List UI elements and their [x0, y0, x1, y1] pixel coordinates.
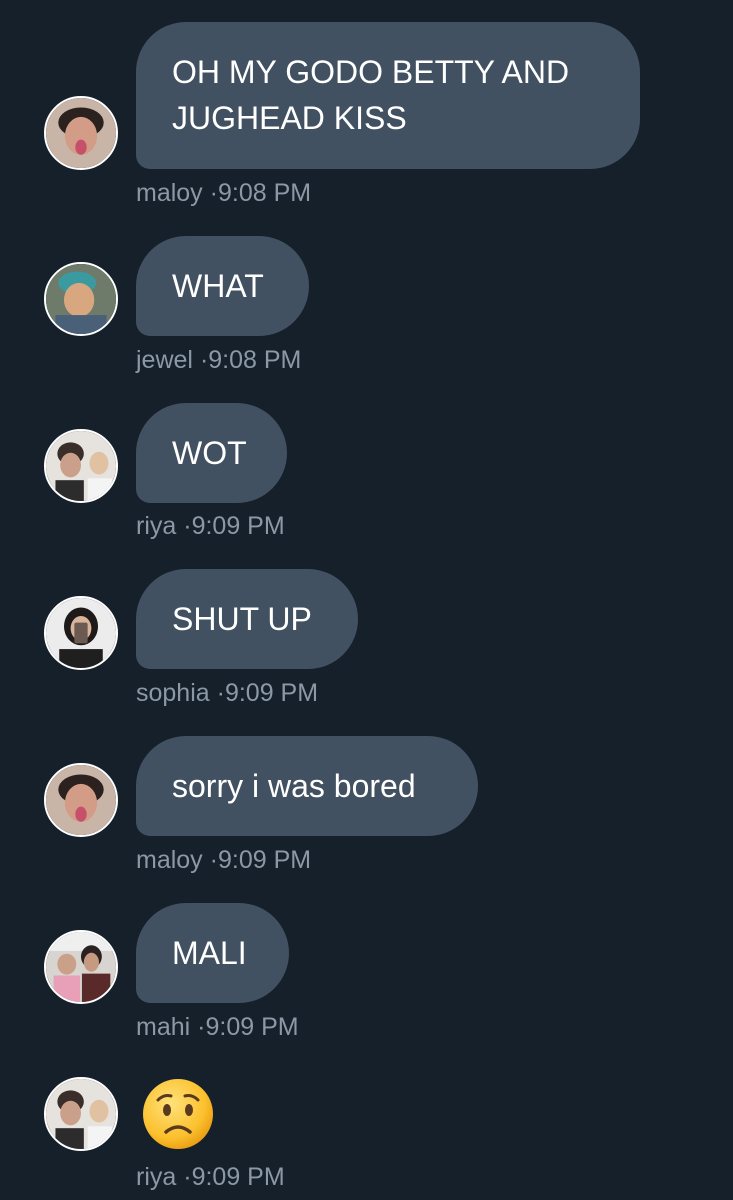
user-avatar-riya[interactable]: [44, 1077, 118, 1151]
timestamp: 9:09 PM: [191, 512, 285, 540]
timestamp: 9:08 PM: [217, 179, 312, 207]
message-meta: maloy ·9:08 PM: [136, 178, 311, 208]
message-meta: riya ·9:09 PM: [136, 511, 285, 541]
timestamp: 9:08 PM: [208, 346, 302, 374]
author-name[interactable]: maloy: [136, 179, 203, 207]
message-bubble[interactable]: SHUT UP: [136, 569, 358, 669]
message-meta: maloy ·9:09 PM: [136, 845, 311, 875]
author-name[interactable]: maloy: [136, 846, 203, 874]
user-avatar-mahi[interactable]: [44, 930, 118, 1004]
message-meta: mahi ·9:09 PM: [136, 1012, 299, 1042]
meta-separator: ·: [216, 679, 225, 707]
avatar-photo-icon: [46, 431, 116, 501]
avatar-photo-icon: [46, 98, 116, 168]
timestamp: 9:09 PM: [205, 1013, 299, 1041]
message-text: WHAT: [172, 268, 264, 304]
meta-separator: ·: [183, 1163, 192, 1191]
message-text: WOT: [172, 435, 247, 471]
message-text: MALI: [172, 935, 247, 971]
meta-separator: ·: [209, 846, 218, 874]
avatar-photo-icon: [46, 598, 116, 668]
meta-separator: ·: [209, 179, 218, 207]
user-avatar-maloy[interactable]: [44, 763, 118, 837]
message-meta: jewel ·9:08 PM: [136, 345, 301, 375]
author-name[interactable]: riya: [136, 1163, 176, 1191]
avatar-photo-icon: [46, 932, 116, 1002]
worried-face-icon: [143, 1079, 213, 1149]
message-bubble[interactable]: MALI: [136, 903, 289, 1003]
avatar-photo-icon: [46, 264, 116, 334]
user-avatar-riya[interactable]: [44, 429, 118, 503]
worried-face-emoji[interactable]: [140, 1076, 216, 1152]
timestamp: 9:09 PM: [191, 1163, 285, 1191]
timestamp: 9:09 PM: [224, 679, 319, 707]
author-name[interactable]: riya: [136, 512, 176, 540]
author-name[interactable]: jewel: [136, 346, 193, 374]
message-text-line: OH MY GODO BETTY AND: [172, 54, 570, 90]
user-avatar-sophia[interactable]: [44, 596, 118, 670]
author-name[interactable]: sophia: [136, 679, 210, 707]
message-text: sorry i was bored: [172, 768, 416, 804]
message-bubble[interactable]: OH MY GODO BETTY AND JUGHEAD KISS: [136, 22, 640, 169]
message-bubble[interactable]: WOT: [136, 403, 287, 503]
author-name[interactable]: mahi: [136, 1013, 190, 1041]
timestamp: 9:09 PM: [217, 846, 312, 874]
message-bubble[interactable]: sorry i was bored: [136, 736, 478, 836]
message-text-line: JUGHEAD KISS: [172, 100, 407, 136]
message-text: SHUT UP: [172, 601, 312, 637]
user-avatar-maloy[interactable]: [44, 96, 118, 170]
user-avatar-jewel[interactable]: [44, 262, 118, 336]
message-meta: sophia ·9:09 PM: [136, 678, 318, 708]
meta-separator: ·: [183, 512, 192, 540]
avatar-photo-icon: [46, 1079, 116, 1149]
message-meta: riya ·9:09 PM: [136, 1162, 285, 1192]
avatar-photo-icon: [46, 765, 116, 835]
message-bubble[interactable]: WHAT: [136, 236, 309, 336]
